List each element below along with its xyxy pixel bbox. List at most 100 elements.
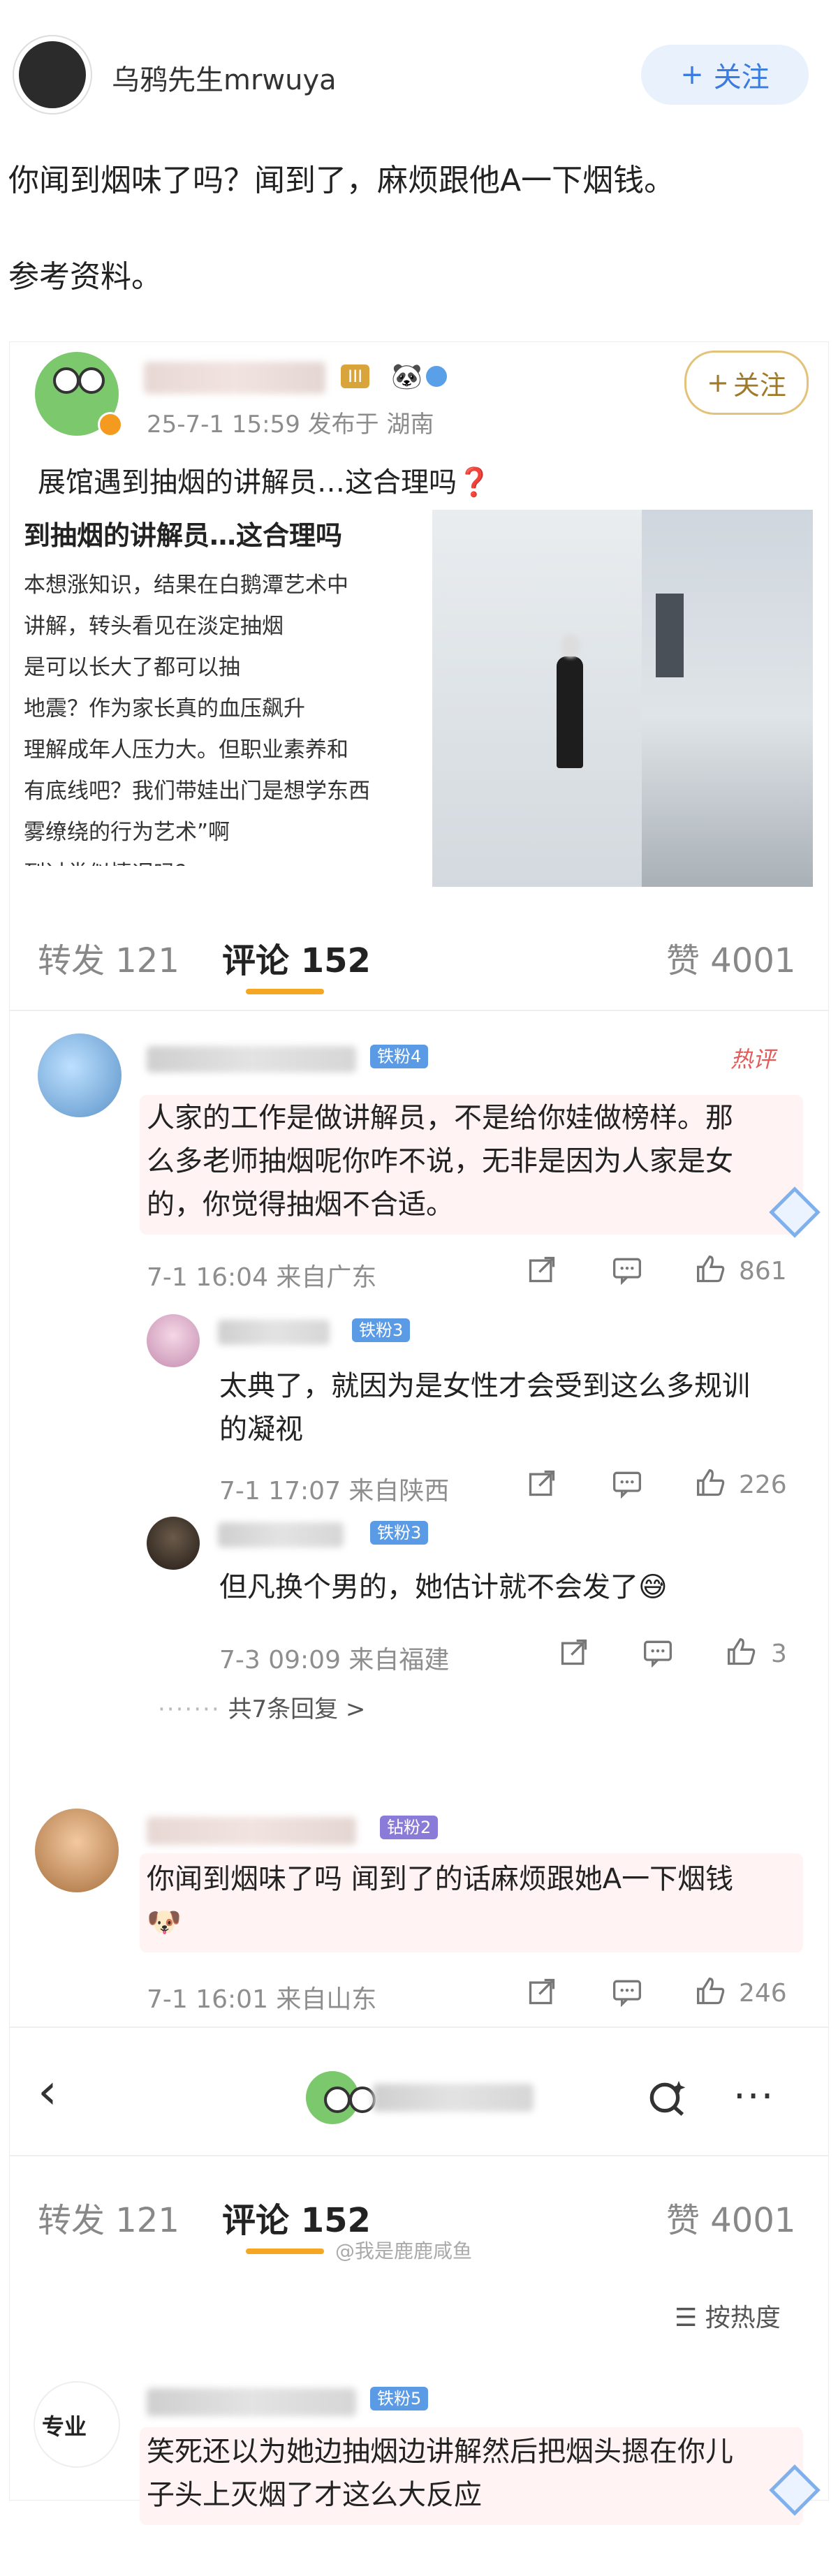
comment-line: 子头上灭烟了才这么大反应	[147, 2479, 482, 2511]
like-count: 3	[771, 1640, 787, 1668]
verified-badge-icon	[98, 412, 123, 437]
comment-line: 的凝视	[219, 1413, 303, 1445]
comment-icon[interactable]	[612, 1254, 642, 1285]
image-line: 到过类似情况吗？	[24, 853, 429, 866]
sort-icon: ☰	[675, 2304, 698, 2332]
like-count: 861	[739, 1257, 787, 1286]
image-line: 本想涨知识，结果在白鹅潭艺术中	[24, 573, 348, 598]
panda-icon: 🐼	[391, 362, 422, 391]
author-name[interactable]: 乌鸦先生mrwuya	[112, 57, 337, 98]
post-image-text[interactable]: 到抽烟的讲解员…这合理吗 本想涨知识，结果在白鹅潭艺术中 讲解，转头看见在淡定抽…	[24, 510, 429, 866]
comment-line: 你闻到烟味了吗 闻到了的话麻烦跟她A一下烟钱	[147, 1863, 734, 1895]
like-icon[interactable]	[696, 1976, 726, 2007]
share-icon[interactable]	[527, 1976, 557, 2007]
commenter-avatar[interactable]	[147, 1314, 200, 1367]
rank-badge: 铁粉3	[352, 1318, 411, 1342]
image-heading: 到抽烟的讲解员…这合理吗	[24, 520, 343, 551]
avatar-text: 专业	[42, 2413, 87, 2440]
more-options-icon[interactable]: ···	[733, 2074, 774, 2119]
comment-line: 的，你觉得抽烟不合适。	[147, 1188, 454, 1221]
image-lines: 本想涨知识，结果在白鹅潭艺术中 讲解，转头看见在淡定抽烟 是可以长大了都可以抽 …	[24, 565, 429, 866]
comment-line: 太典了，就因为是女性才会受到这么多规训	[219, 1370, 750, 1402]
comment-line: 么多老师抽烟呢你咋不说，无非是因为人家是女	[147, 1145, 733, 1177]
sort-label: 按热度	[705, 2304, 781, 2332]
blue-badge-icon	[426, 366, 447, 387]
post-text: 你闻到烟味了吗？闻到了，麻烦跟他A一下烟钱。	[8, 163, 675, 198]
hot-comment-badge: 热评	[730, 1046, 776, 1073]
comment-icon[interactable]	[612, 1976, 642, 2007]
blurred-username	[147, 1046, 356, 1073]
share-icon[interactable]	[527, 1254, 557, 1285]
comment-text: 人家的工作是做讲解员，不是给你娃做榜样。那 么多老师抽烟呢你咋不说，无非是因为人…	[147, 1096, 733, 1226]
comment-line: 笑死还以为她边抽烟边讲解然后把烟头摁在你儿	[147, 2436, 733, 2468]
tab-likes[interactable]: 赞 4001	[666, 933, 795, 982]
like-icon[interactable]	[696, 1254, 726, 1285]
commenter-avatar[interactable]	[35, 1809, 119, 1892]
comment-line: 人家的工作是做讲解员，不是给你娃做榜样。那	[147, 1102, 733, 1134]
comment-meta: 7-1 17:07 来自陕西	[219, 1477, 450, 1506]
inner-post-title-text: 展馆遇到抽烟的讲解员…这合理吗	[38, 466, 457, 499]
comment-text: 笑死还以为她边抽烟边讲解然后把烟头摁在你儿 子头上灭烟了才这么大反应	[147, 2430, 733, 2517]
post-header: 乌鸦先生mrwuya + 关注	[0, 0, 838, 140]
comment-text: 但凡换个男的，她估计就不会发了😅	[219, 1566, 668, 1609]
comment-icon[interactable]	[612, 1468, 642, 1499]
tab-repost[interactable]: 转发 121	[38, 2193, 179, 2242]
tab-repost[interactable]: 转发 121	[38, 933, 179, 982]
photo-panel	[656, 594, 684, 677]
commenter-avatar[interactable]	[147, 1517, 200, 1570]
blurred-face	[561, 634, 580, 658]
doge-emoji-icon: 🐶	[147, 1906, 182, 1938]
share-icon[interactable]	[559, 1637, 589, 1668]
comment-text: 你闻到烟味了吗 闻到了的话麻烦跟她A一下烟钱 🐶	[147, 1857, 733, 1944]
person-figure	[557, 656, 583, 768]
image-line: 是可以长大了都可以抽	[24, 655, 240, 680]
blurred-username	[147, 2388, 356, 2416]
post-photo[interactable]	[432, 510, 813, 887]
more-replies-label: 共7条回复 >	[228, 1695, 366, 1723]
search-icon[interactable]	[645, 2075, 690, 2120]
tab-comments[interactable]: 评论 152	[222, 2193, 371, 2242]
share-icon[interactable]	[527, 1468, 557, 1499]
comment-meta: 7-1 16:04 来自广东	[147, 1263, 377, 1292]
like-count: 246	[739, 1979, 787, 2008]
divider	[10, 2155, 828, 2156]
like-icon[interactable]	[696, 1468, 726, 1499]
follow-label: 关注	[713, 61, 770, 94]
sort-toggle[interactable]: ☰ 按热度	[675, 2297, 781, 2334]
blurred-username	[147, 1817, 356, 1845]
inner-follow-button[interactable]: + 关注	[684, 351, 809, 415]
photo-wall	[432, 510, 642, 887]
comment-line: 但凡换个男的，她估计就不会发了	[219, 1571, 638, 1603]
tab-underline	[246, 2249, 324, 2254]
image-line: 有底线吧？我们带娃出门是想学东西	[24, 779, 370, 804]
image-line: 地震？作为家长真的血压飙升	[24, 696, 305, 721]
tab-underline	[246, 989, 324, 994]
follow-button[interactable]: + 关注	[641, 45, 809, 105]
back-arrow-icon[interactable]: ‹	[38, 2067, 57, 2116]
commenter-avatar[interactable]	[38, 1033, 122, 1117]
dots-icon: ·······	[158, 1695, 221, 1723]
rank-badge: 铁粉4	[370, 1045, 429, 1068]
question-mark-icon: ❓	[457, 466, 492, 499]
divider	[10, 1010, 828, 1011]
blurred-username	[218, 1522, 344, 1547]
image-line: 讲解，转头看见在淡定抽烟	[24, 614, 284, 639]
more-replies-link[interactable]: ······· 共7条回复 >	[158, 1690, 365, 1724]
like-icon[interactable]	[726, 1637, 757, 1668]
like-count: 226	[739, 1471, 787, 1499]
nav-avatar[interactable]	[306, 2071, 376, 2124]
rank-badge: 铁粉5	[370, 2387, 429, 2411]
plus-icon: +	[707, 367, 729, 398]
comment-text: 太典了，就因为是女性才会受到这么多规训 的凝视	[219, 1364, 750, 1451]
commenter-avatar[interactable]: 专业	[34, 2381, 120, 2468]
watermark: @我是鹿鹿咸鱼	[335, 2239, 473, 2262]
tab-likes[interactable]: 赞 4001	[666, 2193, 795, 2242]
author-avatar[interactable]	[13, 35, 92, 115]
tab-comments[interactable]: 评论 152	[222, 933, 371, 982]
comment-icon[interactable]	[642, 1637, 673, 1668]
post-text-reference: 参考资料。	[8, 259, 162, 295]
embedded-screenshot: III 🐼 25-7-1 15:59 发布于 湖南 + 关注 展馆遇到抽烟的讲解员…	[10, 342, 828, 2525]
rank-badge: III	[341, 365, 370, 388]
comment-meta: 7-3 09:09 来自福建	[219, 1646, 450, 1675]
rank-badge: 钻粉2	[380, 1816, 439, 1839]
